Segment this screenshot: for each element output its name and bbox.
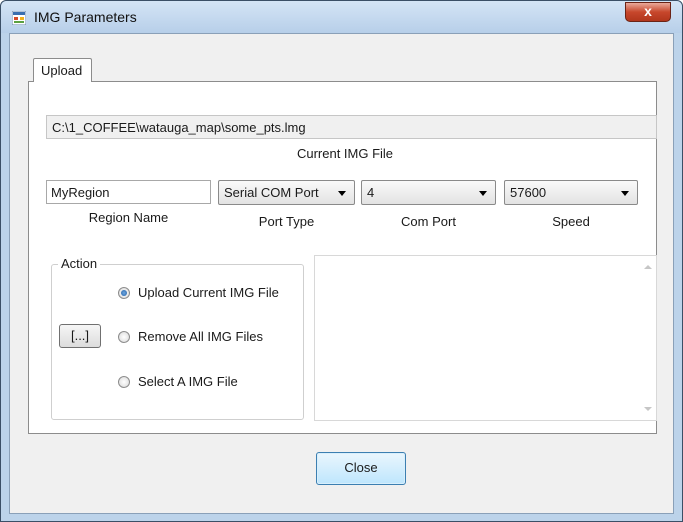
- current-img-file-caption: Current IMG File: [296, 146, 394, 161]
- region-name-caption: Region Name: [88, 210, 169, 225]
- action-groupbox-legend: Action: [58, 256, 101, 271]
- tab-upload-label: Upload: [41, 63, 83, 78]
- radio-upload-current[interactable]: [118, 287, 130, 299]
- app-window-icon: [12, 11, 26, 25]
- current-img-file-path: C:\1_COFFEE\watauga_map\some_pts.lmg: [46, 115, 657, 139]
- title-bar[interactable]: IMG Parameters x: [1, 1, 682, 33]
- scroll-up-arrow-icon[interactable]: [644, 265, 652, 269]
- radio-upload-current-label[interactable]: Upload Current IMG File: [138, 285, 279, 300]
- port-type-select[interactable]: Serial COM Port: [218, 180, 355, 205]
- speed-selected: 57600: [510, 185, 547, 200]
- window-title: IMG Parameters: [34, 9, 137, 25]
- output-list[interactable]: [314, 255, 657, 421]
- radio-remove-all[interactable]: [118, 331, 130, 343]
- com-port-caption: Com Port: [401, 214, 456, 229]
- speed-caption: Speed: [552, 214, 590, 229]
- radio-remove-all-label[interactable]: Remove All IMG Files: [138, 329, 263, 344]
- radio-select-file[interactable]: [118, 376, 130, 388]
- com-port-select[interactable]: 4: [361, 180, 496, 205]
- vertical-scrollbar[interactable]: [639, 256, 656, 420]
- chevron-down-icon: [621, 191, 629, 196]
- tab-upload[interactable]: Upload: [33, 58, 92, 82]
- close-button[interactable]: Close: [316, 452, 406, 485]
- radio-select-file-label[interactable]: Select A IMG File: [138, 374, 238, 389]
- close-icon: x: [644, 3, 652, 19]
- port-type-selected: Serial COM Port: [224, 185, 319, 200]
- region-name-input[interactable]: MyRegion: [46, 180, 211, 204]
- chevron-down-icon: [338, 191, 346, 196]
- com-port-selected: 4: [367, 185, 375, 200]
- speed-select[interactable]: 57600: [504, 180, 638, 205]
- port-type-caption: Port Type: [258, 214, 315, 229]
- scroll-down-arrow-icon[interactable]: [644, 407, 652, 411]
- chevron-down-icon: [479, 191, 487, 196]
- window-close-button[interactable]: x: [625, 2, 671, 22]
- browse-button[interactable]: [...]: [59, 324, 101, 348]
